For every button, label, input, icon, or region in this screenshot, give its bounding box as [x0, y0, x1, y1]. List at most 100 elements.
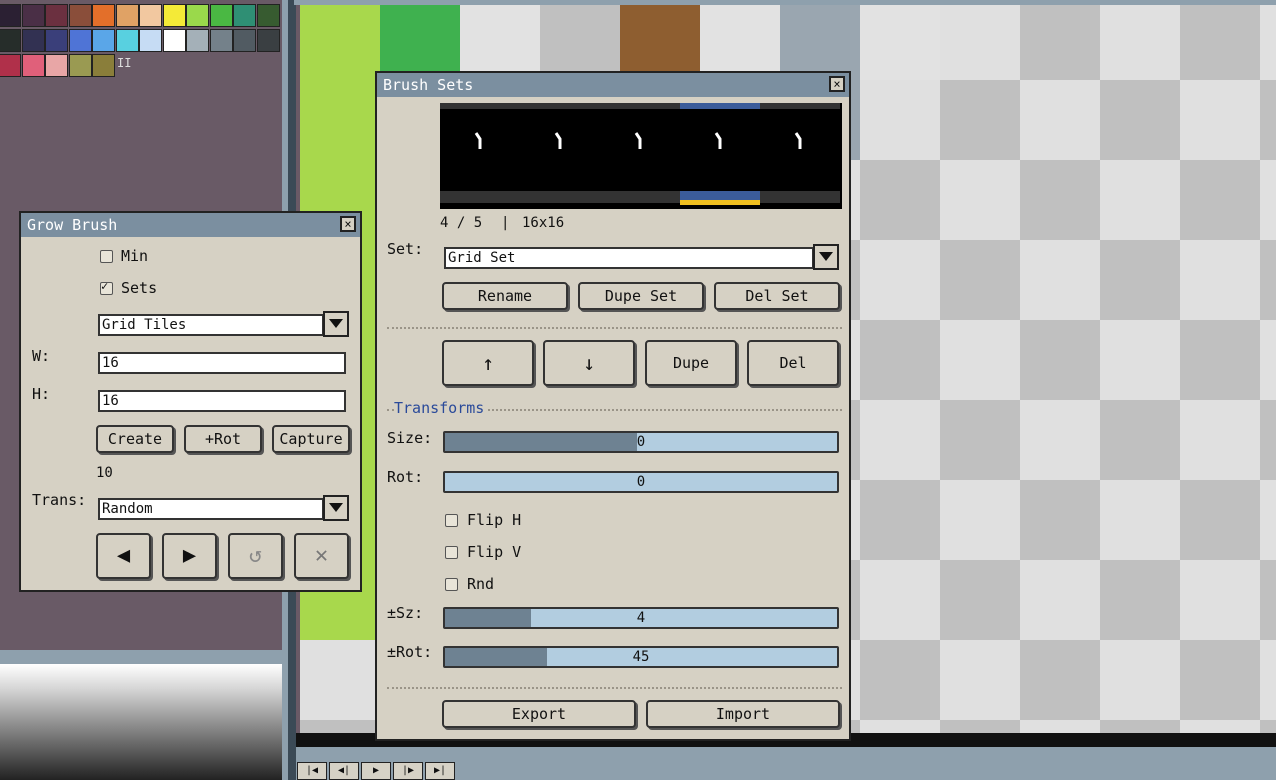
palette-swatch[interactable] [21, 29, 45, 52]
set-select[interactable]: Grid Set [444, 247, 814, 269]
palette-swatch[interactable] [186, 29, 209, 52]
last-frame-button[interactable]: ▶| [425, 762, 455, 780]
palette-swatch[interactable] [92, 54, 115, 77]
export-button[interactable]: Export [442, 700, 636, 728]
brush-sets-titlebar[interactable]: Brush Sets × [377, 73, 849, 97]
palette-swatch[interactable] [209, 4, 233, 27]
palette-swatch[interactable] [0, 4, 21, 27]
add-rot-button[interactable]: +Rot [184, 425, 262, 453]
canvas-tile [1180, 480, 1260, 560]
create-button[interactable]: Create [96, 425, 174, 453]
palette-swatch[interactable] [256, 29, 280, 52]
prev-frame-button[interactable]: ◀| [329, 762, 359, 780]
dupe-set-button[interactable]: Dupe Set [578, 282, 704, 310]
rot-value: 0 [636, 474, 646, 490]
set-select[interactable]: Grid Tiles [98, 314, 324, 336]
canvas-tile [1020, 400, 1100, 480]
size-value: 0 [636, 434, 646, 450]
rnd-checkbox[interactable] [445, 578, 458, 591]
dupe-brush-button[interactable]: Dupe [645, 340, 737, 386]
size-slider[interactable]: 0 [443, 431, 839, 453]
palette-swatch[interactable] [45, 54, 68, 77]
canvas-tile [940, 160, 1020, 240]
palette-swatch[interactable] [68, 4, 92, 27]
canvas-tile [1260, 160, 1276, 240]
flip-h-checkbox[interactable] [445, 514, 458, 527]
trans-select[interactable]: Random [98, 498, 324, 520]
size-variance-slider[interactable]: 4 [443, 607, 839, 629]
first-frame-button[interactable]: |◀ [297, 762, 327, 780]
palette-swatch[interactable] [233, 4, 256, 27]
close-icon[interactable]: × [829, 76, 845, 92]
prev-brush-button[interactable]: ◀ [96, 533, 151, 579]
chevron-down-icon[interactable] [323, 495, 349, 521]
palette-swatch[interactable] [139, 29, 162, 52]
canvas-tile [940, 400, 1020, 480]
canvas-tile [940, 80, 1020, 160]
rot-slider[interactable]: 0 [443, 471, 839, 493]
move-down-button[interactable]: ↓ [543, 340, 635, 386]
canvas-tile [1100, 560, 1180, 640]
del-set-button[interactable]: Del Set [714, 282, 840, 310]
sets-checkbox[interactable]: ✓ [100, 279, 113, 295]
palette-swatch[interactable] [92, 4, 115, 27]
min-checkbox[interactable] [100, 250, 113, 263]
canvas-tile [860, 240, 940, 320]
chevron-down-icon[interactable] [813, 244, 839, 270]
triangle-left-icon: ◀ [116, 543, 131, 568]
next-frame-button[interactable]: |▶ [393, 762, 423, 780]
palette-swatch[interactable] [115, 4, 139, 27]
palette-swatch[interactable] [68, 29, 92, 52]
play-button[interactable]: ▶ [361, 762, 391, 780]
chevron-down-icon[interactable] [323, 311, 349, 337]
brush-frames-strip[interactable] [440, 103, 842, 209]
rename-set-button[interactable]: Rename [442, 282, 568, 310]
rot-variance-slider[interactable]: 45 [443, 646, 839, 668]
grow-brush-titlebar[interactable]: Grow Brush × [21, 213, 360, 237]
palette-swatch[interactable] [21, 54, 45, 77]
palette-swatch[interactable] [45, 29, 68, 52]
palette-swatch[interactable] [21, 4, 45, 27]
palette-swatch[interactable] [162, 4, 186, 27]
palette-swatch[interactable] [115, 29, 139, 52]
palette-swatch[interactable] [209, 29, 233, 52]
separator [387, 687, 842, 689]
clear-button[interactable]: ✕ [294, 533, 349, 579]
trans-label: Trans: [32, 491, 87, 509]
gradient-header [0, 650, 282, 664]
close-icon: ✕ [314, 543, 329, 568]
palette-swatch[interactable] [0, 29, 21, 52]
rot-variance-value: 45 [632, 649, 650, 665]
import-button[interactable]: Import [646, 700, 840, 728]
close-icon[interactable]: × [340, 216, 356, 232]
size-variance-value: 4 [636, 610, 646, 626]
palette-swatch[interactable] [186, 4, 209, 27]
width-input[interactable]: 16 [98, 352, 346, 374]
palette-swatch[interactable] [0, 54, 21, 77]
gradient-preview[interactable] [0, 664, 282, 780]
canvas-tile [1260, 400, 1276, 480]
canvas-tile [860, 320, 940, 400]
frame-top-bar [760, 103, 840, 109]
flip-v-checkbox[interactable] [445, 546, 458, 559]
canvas-tile [940, 320, 1020, 400]
height-input[interactable]: 16 [98, 390, 346, 412]
palette-swatch[interactable] [256, 4, 280, 27]
next-brush-button[interactable]: ▶ [162, 533, 217, 579]
move-up-button[interactable]: ↑ [442, 340, 534, 386]
canvas-tile [1180, 240, 1260, 320]
palette-swatch[interactable] [45, 4, 68, 27]
capture-button[interactable]: Capture [272, 425, 350, 453]
palette-swatch[interactable] [162, 29, 186, 52]
canvas-tile [940, 640, 1020, 720]
palette-swatch[interactable] [233, 29, 256, 52]
reset-button[interactable]: ↺ [228, 533, 283, 579]
palette-swatch[interactable] [139, 4, 162, 27]
canvas-tile [1180, 560, 1260, 640]
del-brush-button[interactable]: Del [747, 340, 839, 386]
canvas-tile [860, 160, 940, 240]
canvas-tile [1020, 240, 1100, 320]
canvas-tile [1020, 80, 1100, 160]
palette-swatch[interactable] [68, 54, 92, 77]
palette-swatch[interactable] [92, 29, 115, 52]
